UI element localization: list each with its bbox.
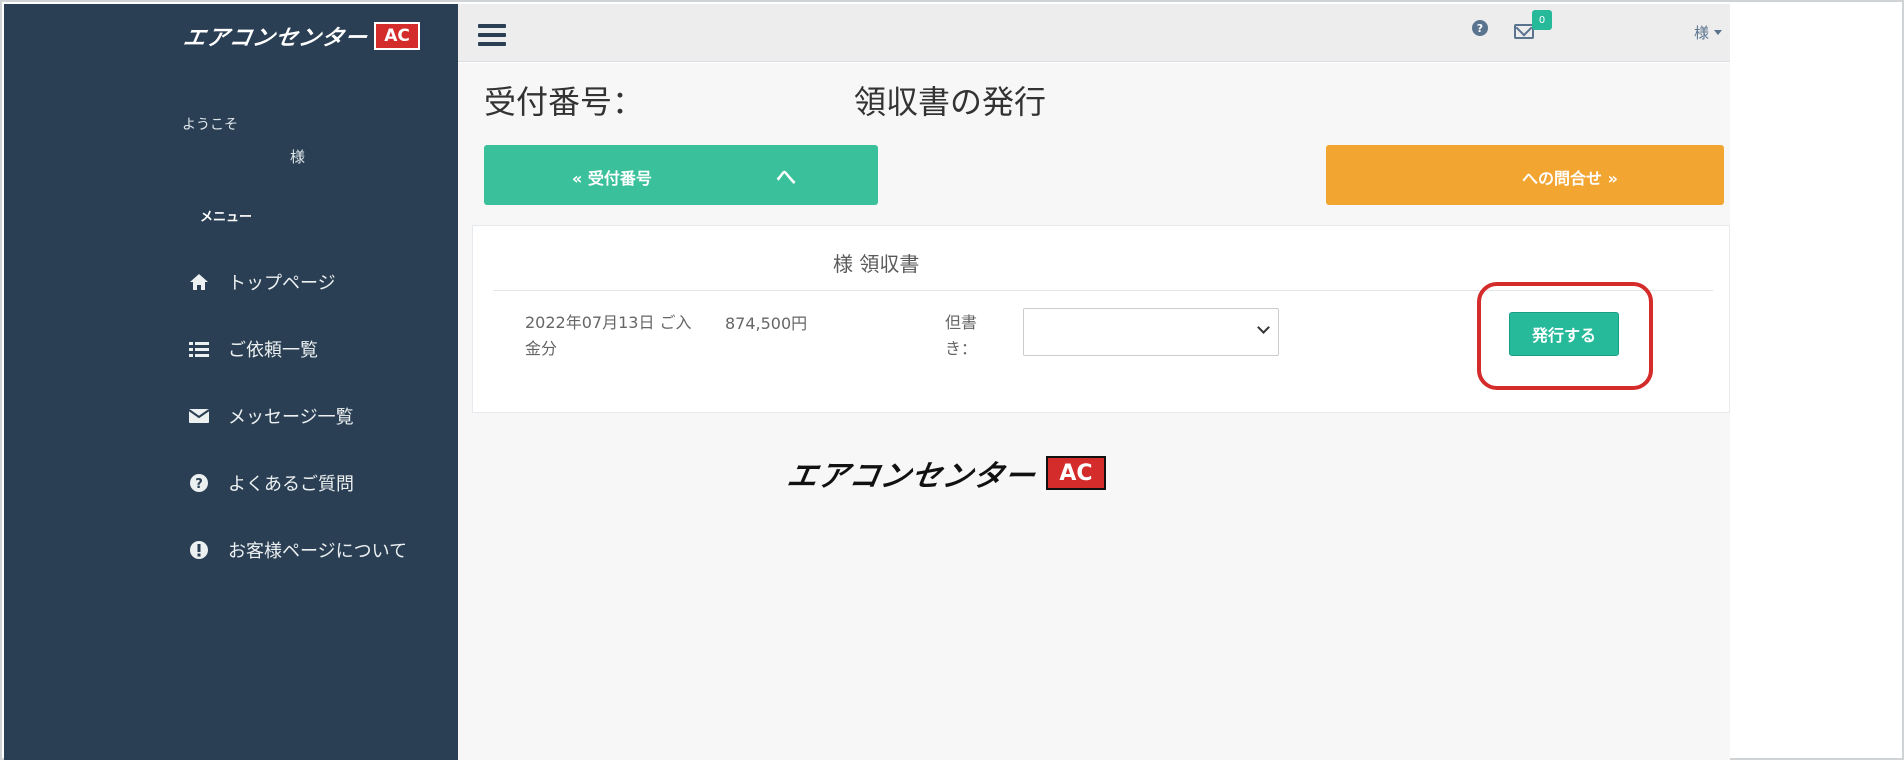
back-button-label: « 受付番号 bbox=[572, 169, 652, 188]
sidebar-item-about[interactable]: お客様ページについて bbox=[186, 516, 446, 583]
menu-title: メニュー bbox=[200, 210, 253, 225]
list-icon bbox=[186, 338, 212, 360]
top-navbar: ? 0 様 bbox=[458, 4, 1730, 62]
sidebar-nav: トップページ ご依頼一覧 メッセージ一覧 ? よくあるご質問 お客様ページについ… bbox=[186, 248, 446, 583]
payment-date: 2022年07月13日 ご入金分 bbox=[525, 313, 692, 358]
footer-brand-text: エアコンセンター bbox=[784, 459, 1039, 494]
sidebar-item-label: メッセージ一覧 bbox=[228, 406, 354, 428]
footer-logo: エアコンセンター AC bbox=[784, 453, 1106, 494]
exclamation-circle-icon bbox=[186, 539, 212, 561]
brand-logo[interactable]: エアコンセンター AC bbox=[181, 20, 421, 52]
home-icon bbox=[186, 271, 212, 293]
highlight-annotation bbox=[1477, 282, 1653, 390]
caret-down-icon bbox=[1714, 30, 1723, 35]
sidebar-item-messages[interactable]: メッセージ一覧 bbox=[186, 382, 446, 449]
back-to-reception-button[interactable]: « 受付番号 へ bbox=[484, 145, 878, 205]
footer-brand-mark: AC bbox=[1046, 456, 1106, 490]
help-icon[interactable]: ? bbox=[1472, 20, 1488, 36]
sidebar-item-label: トップページ bbox=[228, 272, 336, 294]
welcome-user-name: 様 bbox=[290, 148, 306, 166]
brand-text: エアコンセンター bbox=[181, 26, 370, 51]
sidebar-item-requests[interactable]: ご依頼一覧 bbox=[186, 315, 446, 382]
user-name: 様 bbox=[1694, 24, 1710, 42]
sidebar-item-faq[interactable]: ? よくあるご質問 bbox=[186, 449, 446, 516]
chevron-down-icon bbox=[1257, 321, 1270, 334]
contact-button-label: への問合せ » bbox=[1522, 169, 1618, 188]
mail-count-badge: 0 bbox=[1532, 10, 1552, 30]
mail-icon[interactable] bbox=[1514, 24, 1534, 39]
page-title-reception: 受付番号： bbox=[484, 83, 645, 121]
menu-toggle-icon[interactable] bbox=[478, 24, 506, 46]
page-title-receipt: 領収書の発行 bbox=[854, 83, 1047, 121]
receipt-title: 様 領収書 bbox=[833, 252, 920, 276]
brand-mark: AC bbox=[374, 22, 421, 50]
payment-amount: 874,500円 bbox=[725, 314, 808, 333]
question-circle-icon: ? bbox=[186, 472, 212, 494]
sidebar-item-label: お客様ページについて bbox=[228, 540, 408, 562]
sidebar-item-label: よくあるご質問 bbox=[228, 473, 354, 495]
sidebar-item-top[interactable]: トップページ bbox=[186, 248, 446, 315]
receipt-panel: 様 領収書 2022年07月13日 ご入金分 874,500円 但書き： 発行す… bbox=[472, 225, 1730, 413]
note-select[interactable] bbox=[1023, 308, 1279, 356]
svg-text:?: ? bbox=[195, 477, 203, 492]
welcome-text: ようこそ bbox=[182, 117, 238, 133]
sidebar: エアコンセンター AC ようこそ 様 メニュー トップページ ご依頼一覧 メッセ… bbox=[4, 4, 458, 760]
envelope-icon bbox=[186, 405, 212, 427]
note-label: 但書き： bbox=[945, 313, 978, 358]
sidebar-item-label: ご依頼一覧 bbox=[228, 339, 318, 361]
main-content: 受付番号： 領収書の発行 « 受付番号 へ への問合せ » 様 領収書 2022… bbox=[458, 63, 1730, 760]
back-button-suffix: へ bbox=[776, 165, 796, 189]
user-menu[interactable]: 様 bbox=[1694, 22, 1723, 43]
contact-button[interactable]: への問合せ » bbox=[1326, 145, 1724, 205]
app-frame: エアコンセンター AC ようこそ 様 メニュー トップページ ご依頼一覧 メッセ… bbox=[0, 0, 1904, 760]
